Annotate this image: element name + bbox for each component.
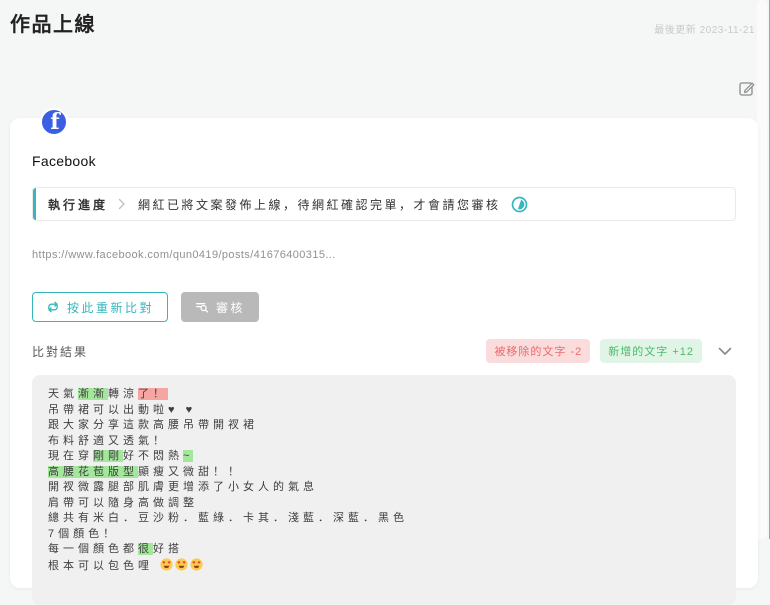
facebook-icon: f bbox=[40, 108, 68, 136]
last-update-timestamp: 最後更新 2023-11-21 bbox=[654, 21, 755, 36]
text-segment: 轉涼 bbox=[108, 388, 138, 400]
text-segment: 總共有米白．豆沙粉．藍綠．卡其．淺藍．深藍．黑色 bbox=[48, 512, 408, 524]
content-line: 根本可以包色哩 bbox=[48, 558, 720, 575]
text-segment: 每一個顏色都 bbox=[48, 543, 138, 555]
platform-card: Facebook 執行進度 網紅已將文案發佈上線，待網紅確認完單，才會請您審核 … bbox=[10, 118, 758, 588]
heart-eyes-emoji bbox=[175, 558, 188, 571]
added-text: 高腰花苞版型 bbox=[48, 466, 138, 478]
list-search-icon bbox=[195, 300, 209, 314]
post-url: https://www.facebook.com/qun0419/posts/4… bbox=[32, 249, 736, 261]
text-segment: 跟大家分享這款高腰吊帶開衩裙 bbox=[48, 419, 258, 431]
text-segment: 7個顏色！ bbox=[48, 528, 118, 540]
text-segment: 顯瘦又微甜！！ bbox=[138, 466, 243, 478]
chevron-down-icon[interactable] bbox=[718, 347, 732, 356]
added-text: 剛剛 bbox=[93, 450, 123, 462]
progress-description: 網紅已將文案發佈上線，待網紅確認完單，才會請您審核 bbox=[138, 196, 501, 213]
text-segment: 現在穿 bbox=[48, 450, 93, 462]
recompare-button[interactable]: 按此重新比對 bbox=[32, 292, 168, 322]
page: { "page": { "title": "作品上線", "last_updat… bbox=[0, 0, 770, 539]
text-segment: 好搭 bbox=[153, 543, 183, 555]
content-line: 天氣漸漸轉涼了！ bbox=[48, 387, 720, 403]
added-text: ~ bbox=[183, 450, 193, 462]
text-segment: 布料舒適又透氣！ bbox=[48, 435, 168, 447]
content-line: 開衩微露腿部肌膚更增添了小女人的氣息 bbox=[48, 480, 720, 496]
content-line: 總共有米白．豆沙粉．藍綠．卡其．淺藍．深藍．黑色 bbox=[48, 511, 720, 527]
half-clock-icon bbox=[511, 196, 528, 213]
comparison-header: 比對結果 被移除的文字 -2 新增的文字 +12 bbox=[32, 339, 736, 363]
content-line: 現在穿剛剛好不悶熱~ bbox=[48, 449, 720, 465]
scrollbar-track[interactable] bbox=[757, 0, 767, 539]
content-line: 吊帶裙可以出動啦♥ ♥ bbox=[48, 403, 720, 419]
content-line: 肩帶可以隨身高做調整 bbox=[48, 496, 720, 512]
page-title: 作品上線 bbox=[10, 8, 96, 37]
review-button-label: 審核 bbox=[216, 299, 245, 316]
text-segment: 開衩微露腿部肌膚更增添了小女人的氣息 bbox=[48, 481, 318, 493]
content-lines: 天氣漸漸轉涼了！吊帶裙可以出動啦♥ ♥跟大家分享這款高腰吊帶開衩裙布料舒適又透氣… bbox=[48, 387, 720, 574]
execution-progress-bar: 執行進度 網紅已將文案發佈上線，待網紅確認完單，才會請您審核 bbox=[32, 187, 736, 221]
comparison-content-box: 天氣漸漸轉涼了！吊帶裙可以出動啦♥ ♥跟大家分享這款高腰吊帶開衩裙布料舒適又透氣… bbox=[32, 375, 736, 605]
heart-eyes-emoji bbox=[160, 558, 173, 571]
platform-name: Facebook bbox=[32, 118, 736, 169]
refresh-icon bbox=[46, 300, 60, 314]
comparison-title: 比對結果 bbox=[32, 343, 476, 360]
content-line: 高腰花苞版型顯瘦又微甜！！ bbox=[48, 465, 720, 481]
chevron-right-icon bbox=[118, 198, 126, 210]
text-segment: 天氣 bbox=[48, 388, 78, 400]
recompare-button-label: 按此重新比對 bbox=[67, 299, 154, 316]
content-line: 布料舒適又透氣！ bbox=[48, 434, 720, 450]
content-line: 每一個顏色都很好搭 bbox=[48, 542, 720, 558]
text-segment: 根本可以包色哩 bbox=[48, 560, 160, 572]
progress-label: 執行進度 bbox=[48, 196, 108, 213]
text-segment: 肩帶可以隨身高做調整 bbox=[48, 497, 198, 509]
action-buttons: 按此重新比對 審核 bbox=[32, 292, 736, 322]
added-text-badge: 新增的文字 +12 bbox=[600, 339, 702, 363]
removed-text-badge: 被移除的文字 -2 bbox=[486, 339, 590, 363]
edit-icon[interactable] bbox=[738, 79, 756, 97]
heart-eyes-emoji bbox=[190, 558, 203, 571]
content-line: 跟大家分享這款高腰吊帶開衩裙 bbox=[48, 418, 720, 434]
added-text: 漸漸 bbox=[78, 388, 108, 400]
text-segment: 吊帶裙可以出動啦♥ ♥ bbox=[48, 404, 196, 416]
review-button[interactable]: 審核 bbox=[181, 292, 259, 322]
removed-text: 了！ bbox=[138, 388, 168, 400]
content-line: 7個顏色！ bbox=[48, 527, 720, 543]
text-segment: 好不悶熱 bbox=[123, 450, 183, 462]
added-text: 很 bbox=[138, 543, 153, 555]
teal-accent-bar bbox=[33, 188, 36, 220]
